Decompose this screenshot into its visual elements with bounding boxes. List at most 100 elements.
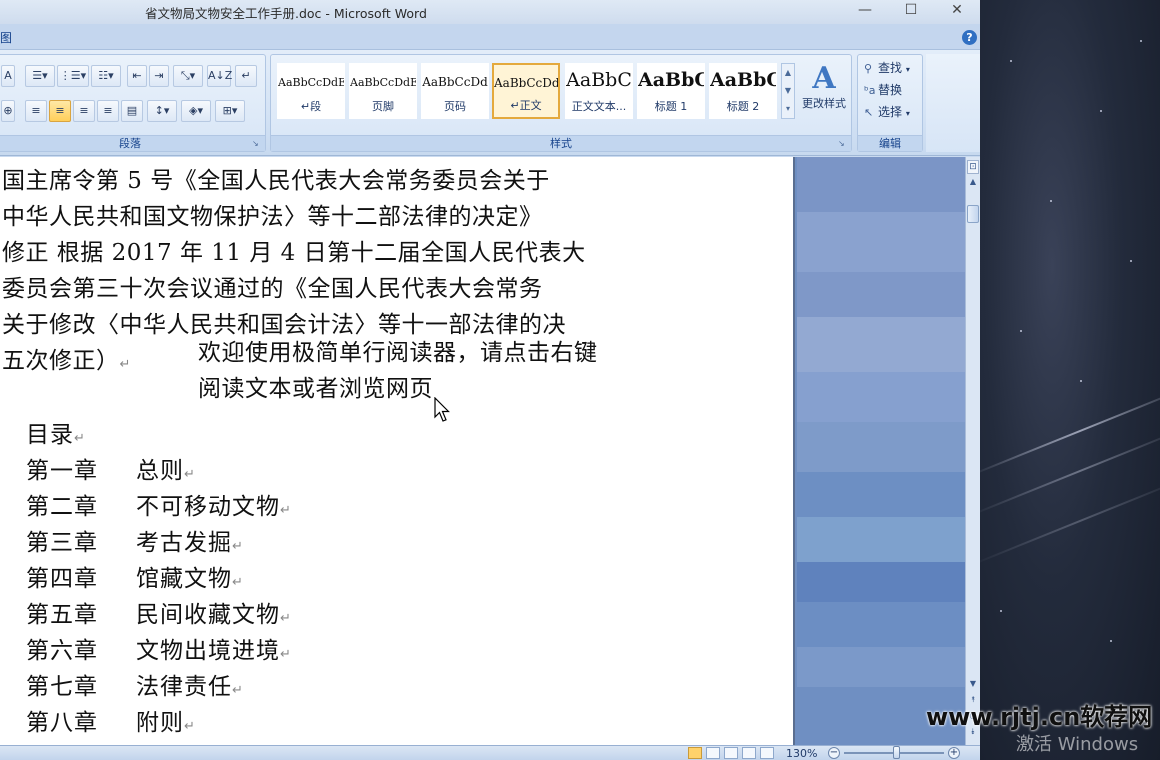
chapter-title: 文物出境进境 [136, 638, 280, 664]
bullets-button[interactable]: ☰▾ [25, 65, 55, 87]
web-layout-icon[interactable] [724, 747, 738, 759]
replace-button[interactable]: ᵇa替换 [864, 81, 902, 99]
paragraph-mark: ↵ [184, 467, 196, 482]
style-tile-normal[interactable]: AaBbCcDd ↵正文 [492, 63, 560, 119]
chapter-number: 第八章 [26, 703, 136, 737]
document-background [797, 157, 965, 745]
sort-button[interactable]: A↓Z [207, 65, 231, 87]
tab-view[interactable]: 图 [0, 29, 12, 46]
print-layout-view-icon[interactable] [688, 747, 702, 759]
toc-item: 第一章总则↵ [26, 451, 196, 485]
styles-group-label: 样式 [271, 135, 851, 151]
site-watermark: www.rjtj.cn软荐网 [926, 697, 1156, 732]
select-button[interactable]: ↖选择 ▾ [864, 103, 910, 121]
borders-button[interactable]: ⊞▾ [215, 100, 245, 122]
multilevel-list-button[interactable]: ☷▾ [91, 65, 121, 87]
style-name: ↵正文 [494, 97, 558, 113]
chapter-title: 考古发掘 [136, 530, 232, 556]
distributed-button[interactable]: ▤ [121, 100, 143, 122]
style-tile-heading-2[interactable]: AaBbC 标题 2 [709, 63, 777, 119]
doc-line: 中华人民共和国文物保护法〉等十二部法律的决定》 [2, 197, 543, 231]
draft-view-icon[interactable] [760, 747, 774, 759]
zoom-in-icon[interactable]: + [948, 747, 960, 759]
gallery-up-icon[interactable]: ▲ [782, 64, 794, 82]
style-gallery-scroll[interactable]: ▲ ▼ ▾ [781, 63, 795, 119]
scroll-thumb[interactable] [967, 205, 979, 223]
style-sample: AaBbCcDdE [350, 76, 416, 89]
paragraph-dialog-launcher-icon[interactable]: ↘ [252, 139, 262, 149]
chapter-number: 第三章 [26, 523, 136, 557]
font-color-icon[interactable]: A [1, 65, 15, 87]
align-right-button[interactable]: ≡ [73, 100, 95, 122]
minimize-button[interactable]: — [842, 0, 888, 22]
toc-title-line: 目录↵ [26, 415, 86, 449]
align-left-button[interactable]: ≡ [25, 100, 47, 122]
document-area: 国主席令第 5 号《全国人民代表大会常务委员会关于 中华人民共和国文物保护法〉等… [0, 157, 965, 745]
paragraph-mark: ↵ [232, 575, 244, 590]
paragraph-mark: ↵ [280, 611, 292, 626]
justify-button[interactable]: ≡ [97, 100, 119, 122]
decrease-indent-button[interactable]: ⇤ [127, 65, 147, 87]
help-icon[interactable]: ? [962, 30, 977, 45]
style-tile-footer[interactable]: AaBbCcDdE 页脚 [349, 63, 417, 119]
view-ruler-icon[interactable]: ⊡ [967, 160, 979, 174]
style-sample: AaBbC [638, 69, 704, 91]
scroll-down-icon[interactable]: ▼ [967, 679, 979, 693]
title-bar: 省文物局文物安全工作手册.doc - Microsoft Word — ☐ ✕ [0, 0, 980, 24]
line-spacing-button[interactable]: ↕▾ [147, 100, 177, 122]
show-marks-button[interactable]: ↵ [235, 65, 257, 87]
style-tile-body-text[interactable]: AaBbC 正文文本... [565, 63, 633, 119]
gallery-down-icon[interactable]: ▼ [782, 82, 794, 100]
close-button[interactable]: ✕ [934, 0, 980, 22]
editing-group: ⚲查找 ▾ ᵇa替换 ↖选择 ▾ 编辑 [857, 54, 923, 152]
status-bar: 130% − + [0, 745, 980, 760]
style-sample: AaBbCcDdE [278, 76, 344, 89]
phonetic-guide-icon[interactable]: ⊕ [1, 100, 15, 122]
document-page[interactable]: 国主席令第 5 号《全国人民代表大会常务委员会关于 中华人民共和国文物保护法〉等… [0, 157, 795, 745]
chapter-number: 第六章 [26, 631, 136, 665]
shading-button[interactable]: ◈▾ [181, 100, 211, 122]
find-button[interactable]: ⚲查找 ▾ [864, 59, 910, 77]
doc-line: 关于修改〈中华人民共和国会计法〉等十一部法律的决 [2, 305, 566, 339]
desktop-wallpaper [980, 0, 1160, 760]
gallery-more-icon[interactable]: ▾ [782, 100, 794, 118]
paragraph-mark: ↵ [280, 647, 292, 662]
align-center-button[interactable]: ≡ [49, 100, 71, 122]
doc-line: 五次修正） [2, 348, 120, 374]
numbering-button[interactable]: ⋮☰▾ [57, 65, 89, 87]
replace-label: 替换 [878, 83, 902, 97]
zoom-out-icon[interactable]: − [828, 747, 840, 759]
word-window: 省文物局文物安全工作手册.doc - Microsoft Word — ☐ ✕ … [0, 0, 980, 760]
chapter-number: 第二章 [26, 487, 136, 521]
full-screen-reading-icon[interactable] [706, 747, 720, 759]
style-tile-page-number[interactable]: AaBbCcDd 页码 [421, 63, 489, 119]
scroll-up-icon[interactable]: ▲ [967, 177, 979, 191]
zoom-slider-thumb[interactable] [893, 746, 900, 759]
paragraph-mark: ↵ [232, 683, 244, 698]
chapter-title: 总则 [136, 458, 184, 484]
zoom-level[interactable]: 130% [786, 747, 817, 760]
style-tile-duan[interactable]: AaBbCcDdE ↵段 [277, 63, 345, 119]
style-name: 标题 1 [638, 98, 704, 114]
chapter-number: 第五章 [26, 595, 136, 629]
doc-line-with-mark: 五次修正）↵ [2, 341, 131, 375]
increase-indent-button[interactable]: ⇥ [149, 65, 169, 87]
vertical-scrollbar[interactable]: ⊡ ▲ ▼ ⯭ ○ ⯯ [965, 157, 980, 745]
toc-item: 第四章馆藏文物↵ [26, 559, 244, 593]
outline-view-icon[interactable] [742, 747, 756, 759]
reader-tip-overlay[interactable]: 欢迎使用极简单行阅读器，请点击右键 阅读文本或者浏览网页 [198, 335, 658, 407]
maximize-button[interactable]: ☐ [888, 0, 934, 22]
change-styles-label: 更改样式 [797, 95, 851, 111]
style-tile-heading-1[interactable]: AaBbC 标题 1 [637, 63, 705, 119]
toc-item: 第八章附则↵ [26, 703, 196, 737]
toc-item: 第七章法律责任↵ [26, 667, 244, 701]
chapter-number: 第一章 [26, 451, 136, 485]
mouse-cursor-icon [434, 397, 450, 423]
chapter-title: 不可移动文物 [136, 494, 280, 520]
change-styles-button[interactable]: A 更改样式 [797, 63, 851, 125]
styles-dialog-launcher-icon[interactable]: ↘ [838, 139, 848, 149]
paragraph-mark: ↵ [120, 357, 131, 372]
asian-layout-button[interactable]: ⤡▾ [173, 65, 203, 87]
editing-group-label: 编辑 [858, 135, 922, 151]
select-label: 选择 [878, 105, 902, 119]
